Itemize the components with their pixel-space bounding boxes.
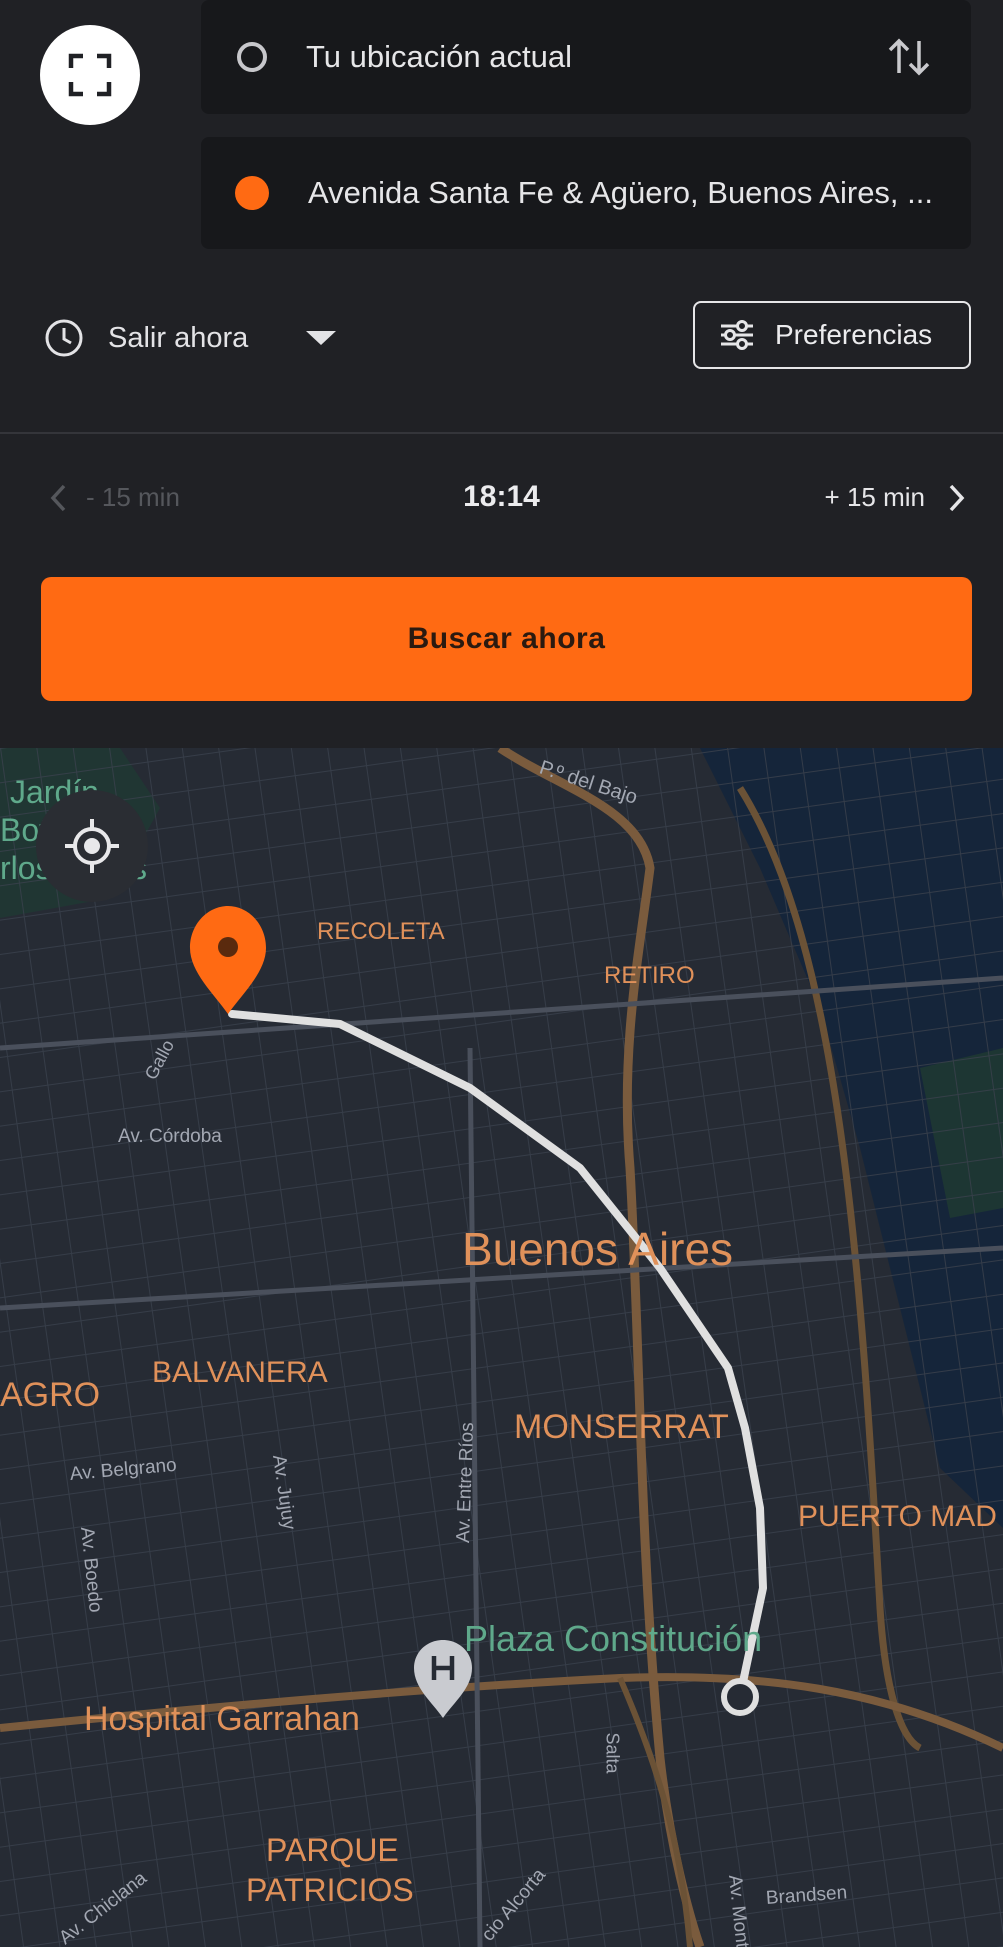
search-panel: Tu ubicación actual Avenida Santa Fe & A…	[0, 0, 1003, 748]
map-label-plaza-constitucion: Plaza Constitución	[464, 1618, 763, 1659]
map-label-puerto-madero: PUERTO MAD	[798, 1500, 997, 1533]
map-label-parque: PARQUE	[266, 1832, 399, 1868]
depart-time-selector[interactable]: Salir ahora	[44, 316, 337, 360]
chevron-down-icon	[306, 331, 337, 345]
depart-label: Salir ahora	[108, 321, 249, 354]
map-label-salta: Salta	[602, 1732, 623, 1774]
origin-field[interactable]: Tu ubicación actual	[201, 0, 971, 114]
map-label-patricios: PATRICIOS	[246, 1872, 414, 1908]
swap-icon[interactable]	[887, 35, 931, 79]
origin-marker	[721, 1678, 759, 1716]
divider	[0, 432, 1003, 434]
destination-marker-icon	[235, 176, 269, 210]
map-label-hospital: Hospital Garrahan	[84, 1700, 360, 1738]
origin-marker-icon	[237, 42, 267, 72]
crosshair-icon	[65, 819, 119, 873]
fullscreen-button[interactable]	[40, 25, 140, 125]
origin-text: Tu ubicación actual	[306, 39, 572, 74]
clock-icon	[45, 319, 83, 357]
preferences-button[interactable]: Preferencias	[693, 301, 971, 369]
map-label-retiro: RETIRO	[604, 962, 695, 989]
map-label-recoleta: RECOLETA	[317, 918, 445, 945]
my-location-button[interactable]	[36, 790, 148, 902]
time-next-label: + 15 min	[824, 482, 925, 512]
search-now-button[interactable]: Buscar ahora	[41, 577, 972, 701]
map-label-av-cordoba: Av. Córdoba	[118, 1126, 222, 1147]
time-next-button[interactable]: + 15 min	[825, 482, 967, 513]
map-label-av-entre-rios: Av. Entre Ríos	[453, 1421, 479, 1544]
destination-text: Avenida Santa Fe & Agüero, Buenos Aires,…	[308, 175, 933, 210]
street-grid	[0, 748, 1003, 1947]
search-now-label: Buscar ahora	[407, 622, 606, 655]
map-label-almagro: AGRO	[0, 1376, 101, 1414]
chevron-right-icon	[949, 484, 965, 511]
map-canvas	[0, 748, 1003, 1947]
destination-field[interactable]: Avenida Santa Fe & Agüero, Buenos Aires,…	[201, 137, 971, 249]
map-view[interactable]: Jardín Bot rlos Thays P.º del Bajo RECOL…	[0, 748, 1003, 1947]
preferences-label: Preferencias	[775, 319, 933, 350]
sliders-icon	[721, 320, 753, 350]
map-label-monserrat: MONSERRAT	[514, 1408, 729, 1446]
map-label-city: Buenos Aires	[462, 1223, 734, 1275]
time-stepper: - 15 min 18:14 + 15 min	[0, 470, 1003, 526]
expand-icon	[68, 53, 112, 97]
map-label-balvanera: BALVANERA	[152, 1356, 328, 1389]
